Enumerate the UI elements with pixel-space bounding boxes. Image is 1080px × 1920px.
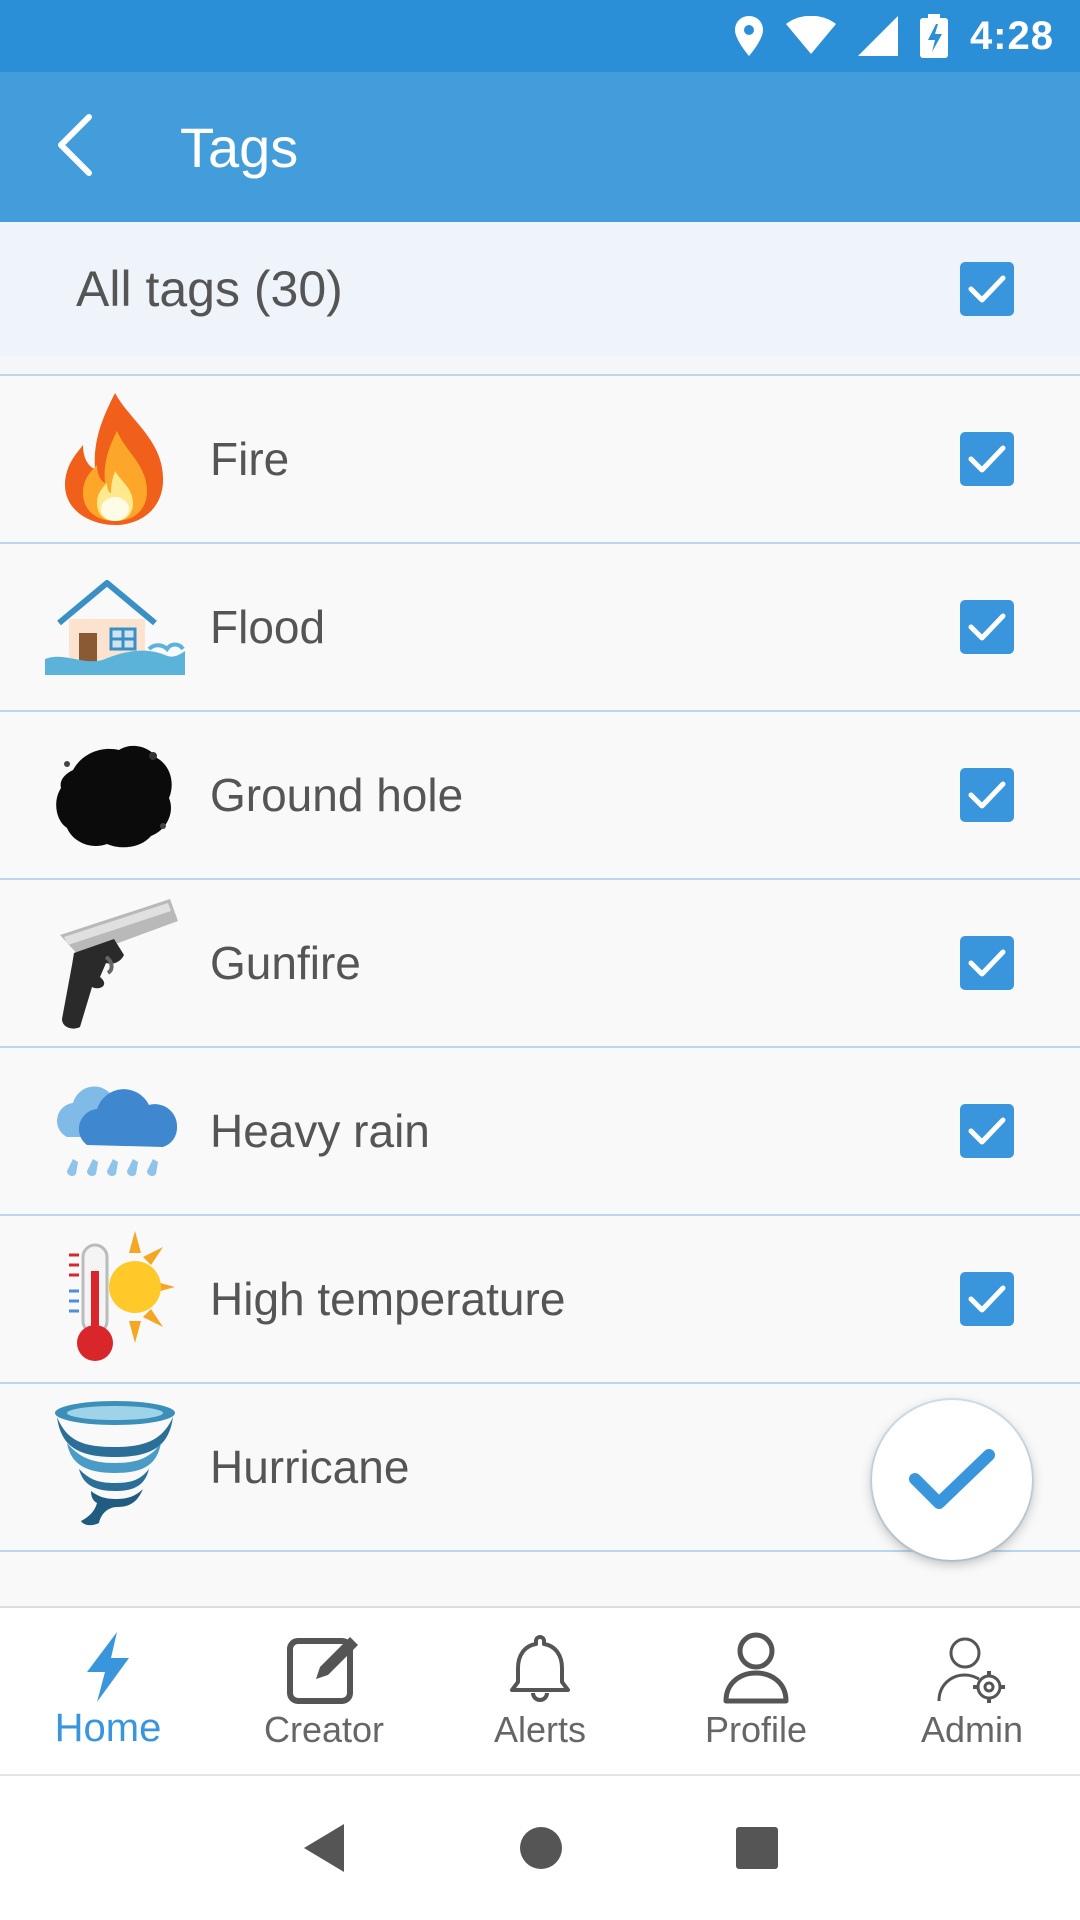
tag-item-partial[interactable] [0,1552,1080,1606]
user-icon [723,1632,789,1704]
rain-cloud-icon [40,1061,190,1201]
flood-house-icon [40,557,190,697]
nav-label: Admin [920,1709,1024,1750]
bell-icon [510,1635,570,1702]
nav-label: Profile [704,1709,808,1750]
tag-item-ground-hole[interactable]: Ground hole [0,712,1080,880]
tag-item-heavy-rain[interactable]: Heavy rain [0,1048,1080,1216]
back-button[interactable] [0,72,150,222]
check-icon [968,1285,1006,1313]
tag-label: Heavy rain [210,1105,430,1157]
all-tags-row[interactable]: All tags (30) [0,222,1080,356]
check-icon [968,781,1006,809]
tag-label: Fire [210,433,290,485]
back-triangle-icon[interactable] [300,1822,348,1874]
ground-hole-icon [40,725,190,865]
tag-checkbox[interactable] [960,600,1014,654]
wifi-icon [785,16,836,56]
tag-item-flood[interactable]: Flood [0,544,1080,712]
fire-icon [40,389,190,529]
app-bar: Tags [0,72,1080,222]
all-tags-checkbox[interactable] [960,262,1014,316]
tag-label: Gunfire [210,937,361,989]
admin-gear-icon [937,1637,1005,1703]
battery-icon [919,14,948,58]
nav-item-creator[interactable]: Creator [216,1608,432,1774]
signal-icon [857,16,898,56]
home-circle-icon[interactable] [518,1825,564,1871]
confirm-fab-button[interactable] [872,1400,1032,1560]
check-icon [909,1449,995,1509]
tornado-icon [40,1397,190,1537]
tag-checkbox[interactable] [960,432,1014,486]
nav-label: Home [54,1705,162,1750]
nav-item-admin[interactable]: Admin [864,1608,1080,1774]
tag-item-high-temperature[interactable]: High temperature [0,1216,1080,1384]
tag-checkbox[interactable] [960,1272,1014,1326]
check-icon [968,613,1006,641]
check-icon [968,445,1006,473]
nav-label: Creator [263,1709,385,1750]
pistol-icon [40,893,190,1033]
system-nav-bar [0,1776,1080,1920]
tag-label: High temperature [210,1273,566,1325]
tag-checkbox[interactable] [960,1104,1014,1158]
check-icon [968,1117,1006,1145]
nav-item-alerts[interactable]: Alerts [432,1608,648,1774]
nav-item-home[interactable]: Home [0,1608,216,1774]
bottom-nav: Home Creator Alerts Profile Admin [0,1606,1080,1776]
tag-checkbox[interactable] [960,768,1014,822]
page-title: Tags [180,115,299,179]
check-icon [968,275,1006,303]
tag-item-fire[interactable]: Fire [0,376,1080,544]
nav-item-profile[interactable]: Profile [648,1608,864,1774]
chevron-left-icon [55,113,95,182]
lightning-icon [87,1631,129,1702]
edit-icon [287,1637,358,1704]
check-icon [968,949,1006,977]
tag-checkbox[interactable] [960,936,1014,990]
location-icon [734,16,764,56]
status-time: 4:28 [969,13,1054,58]
recents-square-icon[interactable] [734,1825,780,1871]
tag-label: Flood [210,601,326,653]
thermometer-sun-icon [40,1229,190,1369]
tag-label: Ground hole [210,769,464,821]
nav-label: Alerts [493,1709,587,1750]
tag-item-gunfire[interactable]: Gunfire [0,880,1080,1048]
all-tags-label: All tags (30) [76,261,343,317]
status-bar: 4:28 [0,0,1080,72]
